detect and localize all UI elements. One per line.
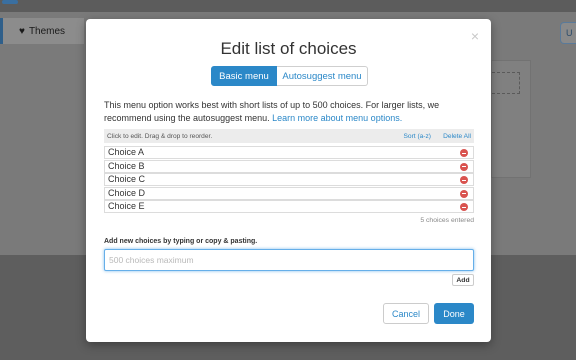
list-hint: Click to edit. Drag & drop to reorder. — [107, 132, 213, 140]
choice-row[interactable]: Choice D — [104, 186, 474, 200]
menu-type-tabs: Basic menu Autosuggest menu — [211, 66, 368, 86]
app-dashed-dropzone — [492, 72, 520, 94]
modal-title: Edit list of choices — [220, 39, 357, 58]
sort-az-link[interactable]: Sort (a-z) — [404, 133, 431, 140]
choice-label[interactable]: Choice A — [108, 147, 144, 157]
learn-more-link[interactable]: Learn more about menu options. — [272, 113, 402, 123]
app-right-button[interactable]: U — [560, 22, 576, 44]
add-choices-input[interactable] — [104, 249, 474, 271]
add-button[interactable]: Add — [452, 274, 474, 286]
app-topbar — [0, 0, 576, 12]
choices-list-header: Click to edit. Drag & drop to reorder. S… — [104, 129, 474, 143]
choice-label[interactable]: Choice B — [108, 161, 145, 171]
choice-label[interactable]: Choice D — [108, 188, 145, 198]
themes-nav-item[interactable]: ♥ Themes — [0, 18, 84, 44]
remove-choice-icon[interactable] — [460, 149, 468, 157]
choices-count: 5 choices entered — [420, 217, 474, 224]
remove-choice-icon[interactable] — [460, 162, 468, 171]
remove-choice-icon[interactable] — [460, 176, 468, 184]
choice-row[interactable]: Choice A — [104, 146, 474, 159]
choice-label[interactable]: Choice E — [108, 201, 145, 211]
remove-choice-icon[interactable] — [460, 203, 468, 211]
delete-all-link[interactable]: Delete All — [443, 133, 471, 140]
done-button[interactable]: Done — [434, 303, 474, 324]
choice-row[interactable]: Choice E — [104, 200, 474, 213]
tab-basic-menu[interactable]: Basic menu — [211, 66, 277, 86]
tab-autosuggest-menu[interactable]: Autosuggest menu — [277, 66, 368, 86]
heart-icon: ♥ — [19, 25, 25, 37]
themes-label: Themes — [28, 25, 66, 37]
choice-row[interactable]: Choice B — [104, 159, 474, 173]
choice-label[interactable]: Choice C — [108, 174, 145, 184]
app-logo — [2, 0, 18, 4]
menu-description: This menu option works best with short l… — [104, 99, 476, 125]
edit-choices-modal: × Edit list of choices Basic menu Autosu… — [86, 19, 491, 342]
add-choices-label: Add new choices by typing or copy & past… — [104, 238, 258, 245]
choice-row[interactable]: Choice C — [104, 173, 474, 186]
remove-choice-icon[interactable] — [460, 189, 468, 198]
choices-list: Choice A Choice B Choice C Choice D Choi… — [104, 146, 474, 214]
cancel-button[interactable]: Cancel — [383, 303, 429, 324]
